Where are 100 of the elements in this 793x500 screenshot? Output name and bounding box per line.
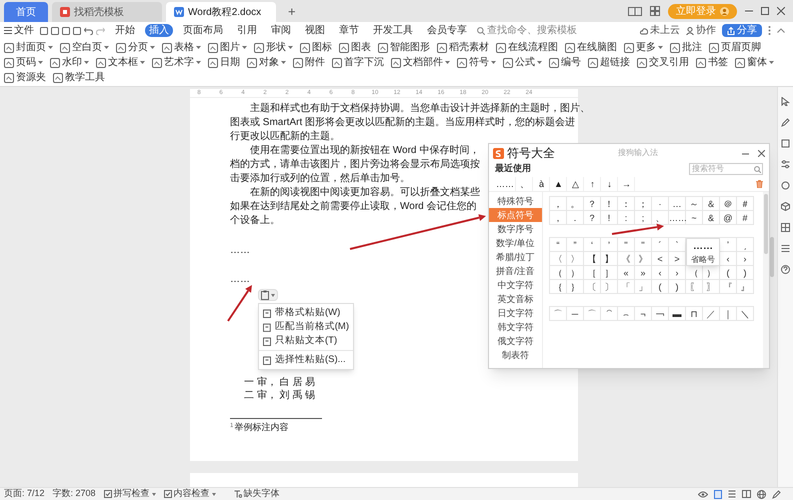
symbol-search-field[interactable]: 搜索符号 (689, 163, 763, 175)
symbol-cell[interactable]: ］ (601, 266, 618, 280)
symbol-cell[interactable]: & (703, 211, 720, 225)
symbol-cell[interactable]: ‘ (584, 238, 601, 252)
symbol-cell[interactable]: 〔 (584, 280, 601, 294)
symbol-cell[interactable]: › (669, 266, 686, 280)
symbol-cell[interactable]: ， (550, 197, 567, 211)
ribbon-button[interactable]: 图片 (208, 41, 247, 54)
symbol-cell[interactable]: ｜ (720, 307, 737, 321)
ribbon-button[interactable]: 教学工具 (53, 71, 105, 84)
new-tab-button[interactable]: + (280, 2, 304, 22)
symbol-cell[interactable]: ─ (567, 307, 584, 321)
symbol-cell[interactable]: ` (669, 238, 686, 252)
menu-tab[interactable]: 开发工具 (369, 24, 417, 37)
symbol-cell[interactable]: 〉 (567, 252, 584, 266)
symbol-cell[interactable]: > (669, 252, 686, 266)
ribbon-button[interactable]: 日期 (208, 56, 240, 69)
symbol-cell[interactable]: … (669, 197, 686, 211)
symbol-category[interactable]: 数学/单位 (489, 236, 542, 250)
document-tab[interactable]: 首页 (4, 2, 48, 22)
share-button[interactable]: 分享 (722, 24, 762, 37)
document-tab[interactable]: Word教程2.docx (166, 2, 276, 22)
symbol-cell[interactable]: ⁀ (601, 307, 618, 321)
status-button[interactable]: 拼写检查 (104, 487, 156, 500)
symbol-cell[interactable]: 〈 (550, 252, 567, 266)
symbol-cell[interactable]: » (635, 266, 652, 280)
ribbon-button[interactable]: 页眉页脚 (709, 41, 761, 54)
menu-tab[interactable]: 视图 (301, 24, 329, 37)
symbol-cell[interactable]: ｝ (567, 280, 584, 294)
symbol-cell[interactable]: ” (567, 238, 584, 252)
symbol-cell[interactable]: ‹ (720, 252, 737, 266)
symbol-cell[interactable]: ＃ (737, 197, 754, 211)
ribbon-button[interactable]: 空白页 (60, 41, 109, 54)
menu-tab[interactable]: 插入 (145, 24, 173, 37)
ribbon-button[interactable]: 稻壳素材 (437, 41, 489, 54)
ribbon-button[interactable]: 封面页 (4, 41, 53, 54)
symbol-cell[interactable]: ´ (652, 238, 669, 252)
ribbon-button[interactable]: 交叉引用 (637, 56, 689, 69)
symbol-cell[interactable]: 〖 (686, 280, 703, 294)
ribbon-button[interactable]: 附件 (293, 56, 325, 69)
symbol-cell[interactable]: “ (550, 238, 567, 252)
ribbon-button[interactable]: 图标 (300, 41, 332, 54)
ribbon-button[interactable]: 页码 (4, 56, 43, 69)
paste-menu-item[interactable]: 只粘贴文本(T) (259, 334, 353, 348)
symbol-cell[interactable]: @ (720, 211, 737, 225)
symbol-cell[interactable]: · (652, 197, 669, 211)
ribbon-button[interactable]: 窗体 (735, 56, 774, 69)
ribbon-button[interactable]: 编号 (549, 56, 581, 69)
paste-menu-item[interactable]: 选择性粘贴(S)... (259, 353, 353, 367)
ribbon-button[interactable]: 公式 (503, 56, 542, 69)
symbol-cell[interactable]: ＆ (703, 197, 720, 211)
toolbar-action[interactable]: 未上云 (640, 23, 680, 38)
symbol-cell[interactable]: ! (601, 211, 618, 225)
ribbon-button[interactable]: 分页 (116, 41, 155, 54)
symbol-category[interactable]: 日文字符 (489, 306, 542, 320)
ribbon-button[interactable]: 更多 (624, 41, 663, 54)
symbol-cell[interactable]: ⊓ (686, 307, 703, 321)
symbol-cell[interactable]: 【 (584, 252, 601, 266)
symbol-cell[interactable]: ｛ (550, 280, 567, 294)
ribbon-button[interactable]: 艺术字 (152, 56, 201, 69)
symbol-cell[interactable]: › (737, 252, 754, 266)
symbol-cell[interactable]: ／ (703, 307, 720, 321)
symbol-cell[interactable]: ？ (584, 197, 601, 211)
menu-tab[interactable]: 章节 (335, 24, 363, 37)
ribbon-button[interactable]: 在线流程图 (496, 41, 558, 54)
symbol-cell[interactable]: （ (550, 266, 567, 280)
ribbon-button[interactable]: 批注 (670, 41, 702, 54)
symbol-cell[interactable]: ＼ (737, 307, 754, 321)
toolbar-action[interactable]: 协作 (686, 23, 716, 38)
symbol-cell[interactable]: 』 (737, 280, 754, 294)
symbol-cell[interactable]: " (618, 238, 635, 252)
symbol-category[interactable]: 中文字符 (489, 278, 542, 292)
paste-options-button[interactable] (258, 289, 278, 301)
ribbon-button[interactable]: 水印 (50, 56, 89, 69)
ribbon-button[interactable]: 在线脑图 (565, 41, 617, 54)
symbol-cell[interactable]: ‹ (652, 266, 669, 280)
symbol-cell[interactable]: ( (652, 280, 669, 294)
command-search-field[interactable]: 查找命令、搜索模板 (487, 23, 581, 38)
symbol-cell[interactable]: , (550, 211, 567, 225)
ribbon-button[interactable]: 形状 (254, 41, 293, 54)
menu-tab[interactable]: 引用 (233, 24, 261, 37)
symbol-cell[interactable]: ~ (686, 211, 703, 225)
ribbon-button[interactable]: 文本框 (96, 56, 145, 69)
ribbon-button[interactable]: 首字下沉 (332, 56, 384, 69)
symbol-cell[interactable]: ( (720, 266, 737, 280)
symbol-cell[interactable]: （ (686, 266, 703, 280)
symbol-cell[interactable]: « (618, 266, 635, 280)
paste-menu-item[interactable]: 带格式粘贴(W) (259, 306, 353, 320)
symbol-cell[interactable]: < (652, 252, 669, 266)
menu-tab[interactable]: 开始 (111, 24, 139, 37)
symbol-cell[interactable]: ; (635, 211, 652, 225)
menu-tab[interactable]: 审阅 (267, 24, 295, 37)
symbol-cell[interactable]: ’ (601, 238, 618, 252)
symbol-category[interactable]: 英文音标 (489, 292, 542, 306)
symbol-cell[interactable]: ［ (584, 266, 601, 280)
ribbon-button[interactable]: 书签 (696, 56, 728, 69)
symbol-category[interactable]: 数字序号 (489, 222, 542, 236)
ribbon-button[interactable]: 表格 (162, 41, 201, 54)
symbol-cell[interactable]: 「 (618, 280, 635, 294)
symbol-cell[interactable]: ? (584, 211, 601, 225)
